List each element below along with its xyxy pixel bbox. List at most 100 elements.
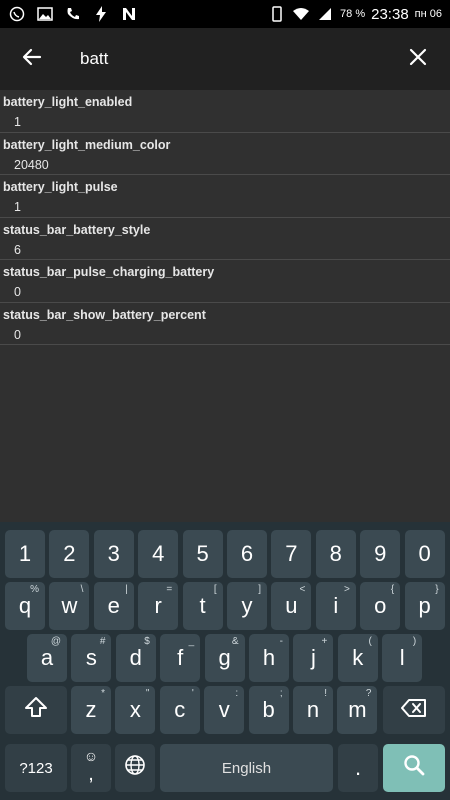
key-x-hint: " [145, 688, 150, 699]
call-icon [64, 5, 82, 23]
search-key[interactable] [383, 744, 445, 792]
key-m-label: m [348, 697, 367, 722]
key-e-hint: | [125, 584, 128, 595]
key-7[interactable]: 7 [271, 530, 312, 578]
key-d[interactable]: d $ [115, 634, 156, 682]
key-j[interactable]: j + [293, 634, 334, 682]
key-o-hint: { [390, 584, 395, 595]
setting-key: status_bar_battery_style [3, 222, 151, 237]
language-key[interactable] [115, 744, 155, 792]
key-z-hint: * [101, 688, 105, 699]
setting-key: battery_light_pulse [3, 180, 118, 194]
key-f-hint: _ [188, 636, 195, 647]
key-g-label: g [218, 645, 231, 670]
key-h[interactable]: h- [249, 634, 289, 682]
shift-key[interactable] [5, 686, 67, 734]
search-icon [403, 754, 425, 782]
key-5[interactable]: 5 [182, 530, 223, 578]
emoji-comma-key[interactable]: ☺, [71, 744, 111, 792]
list-item[interactable]: battery_light_medium_color 20480 [0, 133, 450, 175]
key-u-hint: < [299, 584, 306, 595]
key-i-hint: > [343, 584, 350, 595]
key-w[interactable]: w \ [49, 582, 90, 630]
key-c-label: c [174, 697, 186, 722]
key-8-label: 8 [329, 541, 342, 566]
key-0-label: 0 [418, 541, 431, 566]
key-4[interactable]: 4 [138, 530, 179, 578]
key-r[interactable]: r = [138, 582, 179, 630]
setting-key: battery_light_enabled [3, 95, 133, 109]
comma-label: , [88, 763, 94, 785]
space-key-label: English [221, 759, 272, 777]
key-e[interactable]: e | [93, 582, 134, 630]
key-0[interactable]: 0 [404, 530, 445, 578]
back-button[interactable] [0, 28, 64, 90]
key-g[interactable]: g & [204, 634, 245, 682]
key-q[interactable]: q% [5, 582, 45, 630]
key-f-label: f [177, 645, 184, 670]
key-s[interactable]: s # [71, 634, 112, 682]
setting-key: battery_light_medium_color [3, 137, 171, 152]
key-8[interactable]: 8 [315, 530, 356, 578]
key-6[interactable]: 6 [227, 530, 267, 578]
clock: 23:38 [371, 5, 409, 23]
setting-value: 20480 [14, 157, 49, 172]
setting-value: 0 [14, 327, 21, 342]
key-3[interactable]: 3 [93, 530, 134, 578]
key-l-hint: ) [412, 636, 417, 647]
period-key[interactable]: . [338, 744, 378, 792]
clear-search-button[interactable] [386, 28, 450, 90]
key-n[interactable]: n! [293, 686, 333, 734]
key-4-label: 4 [152, 541, 165, 566]
shift-icon [24, 696, 48, 724]
key-t[interactable]: t[ [182, 582, 223, 630]
symbols-key-label: ?123 [19, 759, 53, 777]
key-l[interactable]: l) [382, 634, 423, 682]
key-m[interactable]: m? [337, 686, 378, 734]
list-item[interactable]: status_bar_show_battery_percent 0 [0, 303, 450, 345]
key-p-hint: } [435, 584, 439, 595]
list-item[interactable]: status_bar_battery_style 6 [0, 218, 450, 260]
key-x-label: x [129, 697, 141, 722]
key-a[interactable]: a @ [27, 634, 67, 682]
key-z[interactable]: z * [71, 686, 111, 734]
key-2[interactable]: 2 [49, 530, 90, 578]
search-toolbar: batt [0, 28, 450, 90]
backspace-key[interactable] [383, 686, 445, 734]
key-z-label: z [85, 697, 97, 722]
key-9[interactable]: 9 [360, 530, 401, 578]
key-k-hint: ( [368, 636, 372, 647]
key-m-hint: ? [365, 688, 372, 699]
key-f[interactable]: f _ [160, 634, 201, 682]
search-input[interactable]: batt [64, 49, 386, 69]
key-1[interactable]: 1 [5, 530, 45, 578]
key-v[interactable]: v: [204, 686, 245, 734]
list-item[interactable]: battery_light_enabled 1 [0, 90, 450, 133]
key-x[interactable]: x " [115, 686, 156, 734]
key-y-label: y [241, 593, 253, 618]
key-b-hint: ; [279, 688, 283, 699]
key-o[interactable]: o{ [360, 582, 401, 630]
key-c[interactable]: c ' [159, 686, 200, 734]
key-j-label: j [310, 645, 316, 670]
key-p[interactable]: p} [404, 582, 445, 630]
key-i-label: i [333, 593, 339, 618]
space-key[interactable]: English [160, 744, 333, 792]
setting-value: 6 [14, 242, 21, 257]
key-i[interactable]: i > [315, 582, 356, 630]
key-d-hint: $ [144, 636, 150, 647]
list-item[interactable]: status_bar_pulse_charging_battery 0 [0, 260, 450, 303]
key-b[interactable]: b; [248, 686, 289, 734]
key-s-label: s [85, 645, 97, 670]
key-a-label: a [40, 645, 54, 670]
key-c-hint: ' [191, 688, 194, 699]
symbols-key[interactable]: ?123 [5, 744, 67, 792]
key-y[interactable]: y] [227, 582, 267, 630]
key-k[interactable]: k( [337, 634, 378, 682]
key-u[interactable]: u < [271, 582, 312, 630]
key-e-label: e [107, 593, 120, 618]
key-q-hint: % [30, 584, 39, 595]
list-item[interactable]: battery_light_pulse 1 [0, 175, 450, 218]
key-p-label: p [418, 593, 431, 618]
results-list: battery_light_enabled 1 battery_light_me… [0, 90, 450, 345]
